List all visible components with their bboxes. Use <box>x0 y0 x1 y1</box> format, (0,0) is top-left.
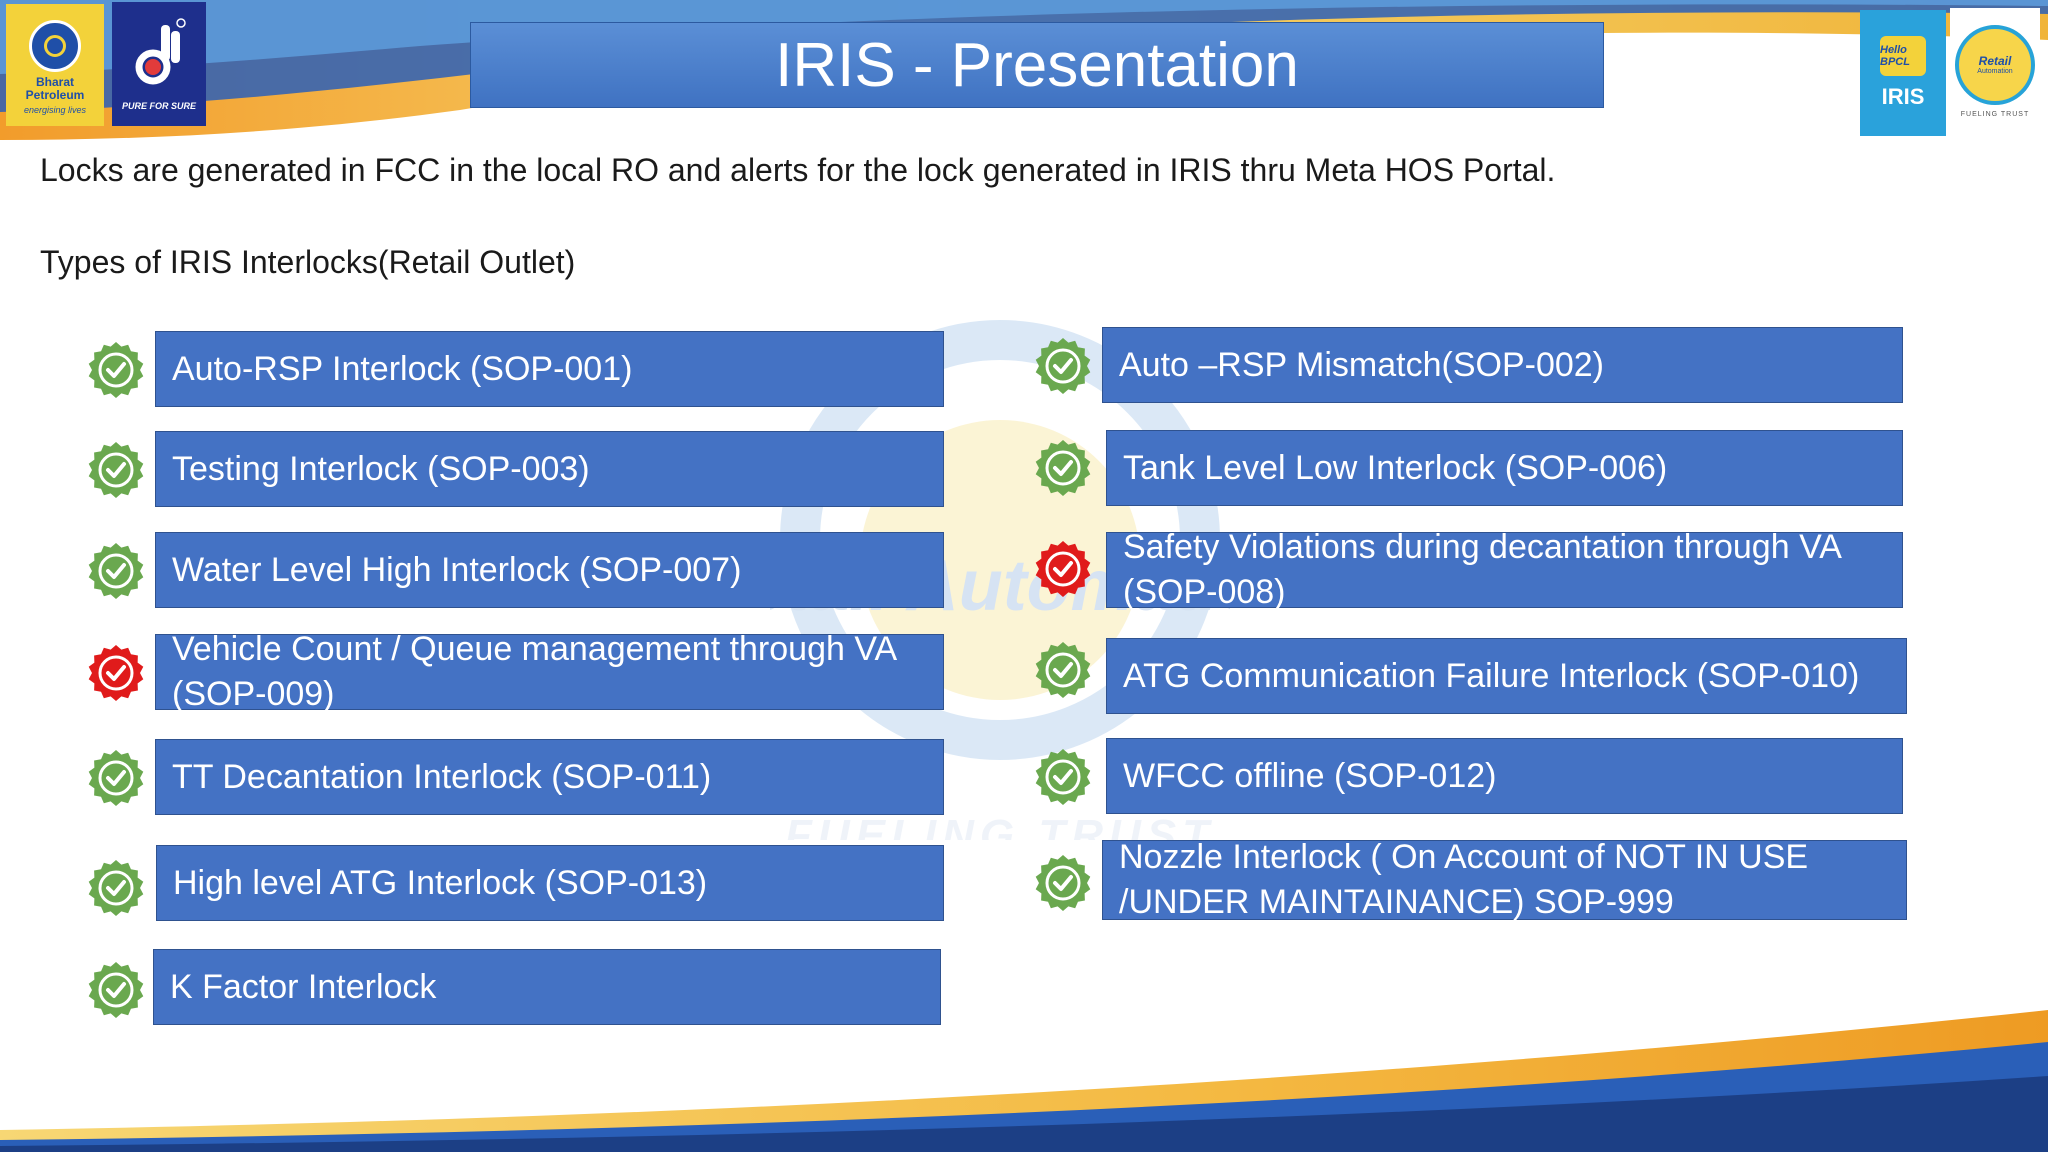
interlock-item: Testing Interlock (SOP-003) <box>155 431 944 507</box>
status-alert-icon <box>1035 541 1091 597</box>
interlock-item: WFCC offline (SOP-012) <box>1106 738 1903 814</box>
iris-logo-label: IRIS <box>1881 84 1925 109</box>
interlock-label: TT Decantation Interlock (SOP-011) <box>172 757 712 796</box>
interlock-item: Vehicle Count / Queue management through… <box>155 630 944 713</box>
status-ok-icon <box>88 543 144 599</box>
ok-hand-icon <box>135 18 186 85</box>
interlock-label: Auto-RSP Interlock (SOP-001) <box>172 349 633 388</box>
interlock-label: ATG Communication Failure Interlock (SOP… <box>1123 656 1860 695</box>
interlock-label: Vehicle Count / Queue management through… <box>172 630 896 713</box>
slide: Bharat Petroleum energising lives PURE F… <box>0 0 2048 1152</box>
status-ok-icon <box>88 342 144 398</box>
interlock-item: Safety Violations during decantation thr… <box>1106 528 1903 611</box>
ra-logo-tagline: FUELING TRUST <box>1960 110 2030 118</box>
page-title: IRIS - Presentation <box>775 30 1299 100</box>
interlock-label: Testing Interlock (SOP-003) <box>172 449 590 488</box>
status-ok-icon <box>1035 642 1091 698</box>
ra-logo-sub: Automation <box>1977 68 2013 75</box>
status-ok-icon <box>88 442 144 498</box>
status-ok-icon <box>1035 749 1091 805</box>
bharat-petroleum-logo: Bharat Petroleum energising lives <box>6 4 104 126</box>
fuel-drop-icon: Retail Automation <box>1955 24 2035 105</box>
status-ok-icon <box>1035 338 1091 394</box>
interlock-label: Auto –RSP Mismatch(SOP-002) <box>1119 345 1604 384</box>
interlock-label: Tank Level Low Interlock (SOP-006) <box>1123 448 1668 487</box>
interlock-item: Auto-RSP Interlock (SOP-001) <box>155 331 944 407</box>
status-ok-icon <box>88 750 144 806</box>
interlock-item: TT Decantation Interlock (SOP-011) <box>155 739 944 815</box>
iris-hello-badge: Hello BPCL <box>1880 36 1926 76</box>
interlock-label: Water Level High Interlock (SOP-007) <box>172 550 742 589</box>
interlock-label: High level ATG Interlock (SOP-013) <box>173 863 708 902</box>
bp-logo-tagline: energising lives <box>23 104 87 115</box>
pfs-logo-tagline: PURE FOR SURE <box>121 101 196 111</box>
interlock-label: Safety Violations during decantation thr… <box>1123 528 1841 611</box>
section-heading: Types of IRIS Interlocks(Retail Outlet) <box>40 244 576 280</box>
interlock-label: WFCC offline (SOP-012) <box>1123 756 1497 795</box>
intro-text: Locks are generated in FCC in the local … <box>40 152 1556 188</box>
bp-emblem-icon <box>29 19 81 72</box>
status-ok-icon <box>88 962 144 1018</box>
interlock-item: High level ATG Interlock (SOP-013) <box>156 845 944 921</box>
interlock-item: K Factor Interlock <box>153 949 941 1025</box>
interlock-item: Auto –RSP Mismatch(SOP-002) <box>1102 327 1903 403</box>
interlock-label: K Factor Interlock <box>170 967 437 1006</box>
interlock-item: Tank Level Low Interlock (SOP-006) <box>1106 430 1903 506</box>
title-banner: IRIS - Presentation <box>470 22 1604 108</box>
interlock-label: Nozzle Interlock ( On Account of NOT IN … <box>1119 838 1809 921</box>
status-ok-icon <box>88 860 144 916</box>
ra-logo-label: Retail <box>1978 54 2012 68</box>
status-alert-icon <box>88 645 144 701</box>
pure-for-sure-logo: PURE FOR SURE <box>112 2 206 126</box>
interlock-item: Water Level High Interlock (SOP-007) <box>155 532 944 608</box>
bp-logo-name: Bharat Petroleum <box>25 74 85 102</box>
status-ok-icon <box>1035 440 1091 496</box>
status-ok-icon <box>1035 855 1091 911</box>
interlock-item: ATG Communication Failure Interlock (SOP… <box>1106 638 1907 714</box>
iris-logo: Hello BPCL IRIS <box>1860 10 1946 136</box>
interlock-item: Nozzle Interlock ( On Account of NOT IN … <box>1102 838 1907 921</box>
retail-automation-logo: Retail Automation FUELING TRUST <box>1950 8 2040 134</box>
